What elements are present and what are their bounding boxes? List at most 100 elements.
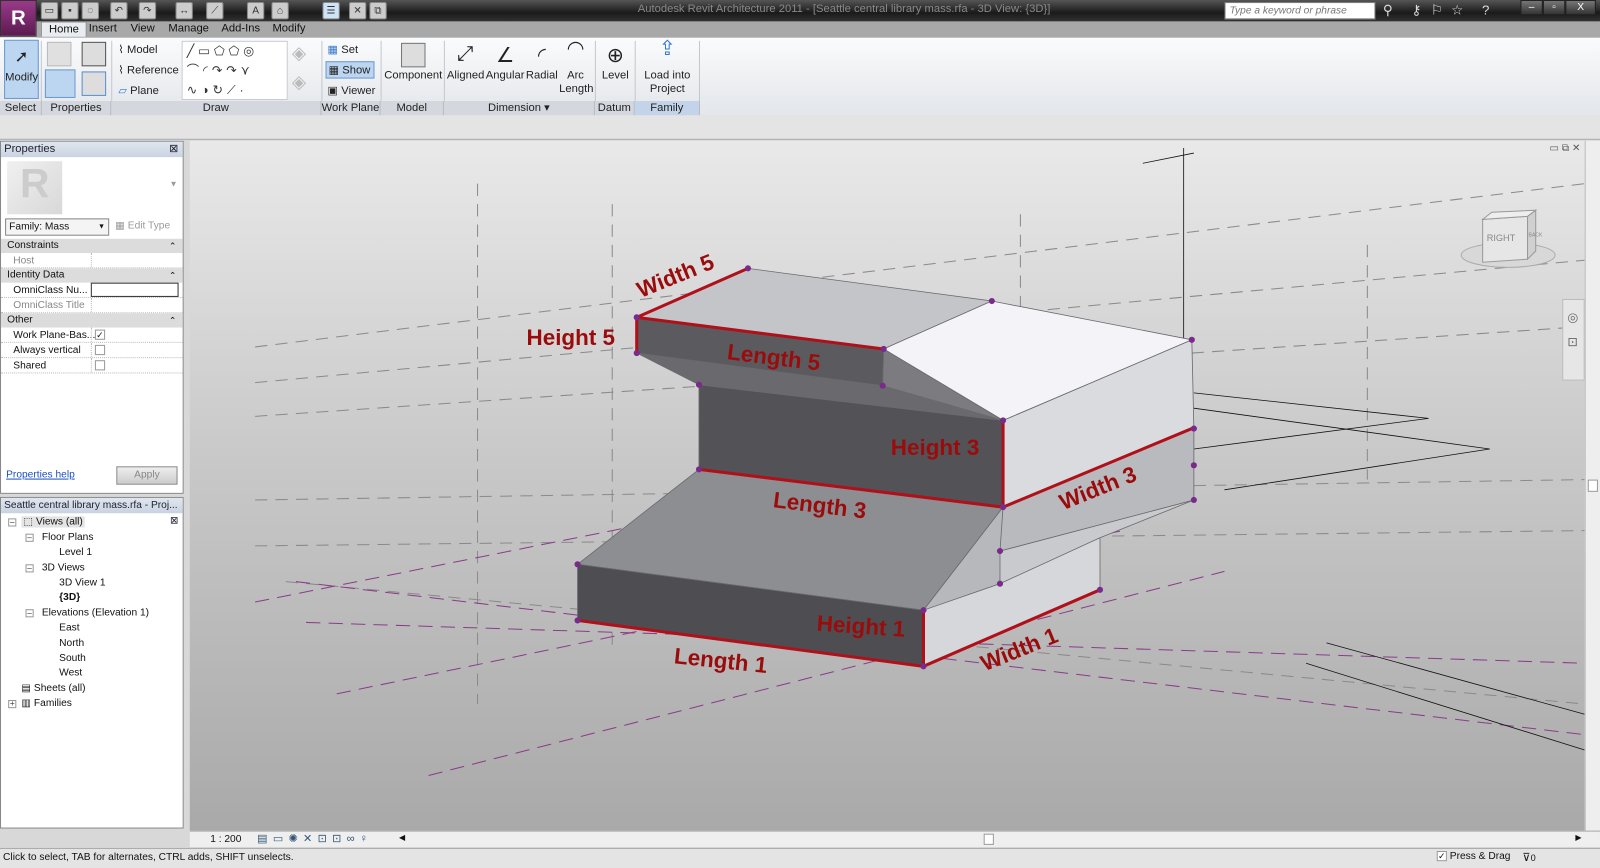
tree-3d-view-1[interactable]: 3D View 1 xyxy=(59,578,105,589)
save-icon[interactable]: ▪ xyxy=(61,2,79,20)
tree-south[interactable]: South xyxy=(59,653,86,664)
family-types-icon[interactable] xyxy=(46,41,72,67)
tab-add-ins[interactable]: Add-Ins xyxy=(214,21,267,36)
close-palette-icon[interactable]: ⊠ xyxy=(169,142,178,157)
thin-lines-icon[interactable]: ☰ xyxy=(322,2,340,20)
close-hidden-icon[interactable]: ✕ xyxy=(348,2,367,20)
press-drag-toggle[interactable]: ✓ Press & Drag xyxy=(1436,851,1510,862)
properties-toggle-icon[interactable] xyxy=(44,69,76,98)
level-button[interactable]: ⊕ Level xyxy=(598,43,633,82)
help-icon[interactable]: ? xyxy=(1478,2,1494,18)
communication-icon[interactable]: ⚐ xyxy=(1429,2,1445,18)
tab-insert[interactable]: Insert xyxy=(82,21,124,36)
tab-home[interactable]: Home xyxy=(40,21,88,37)
vertical-scrollbar[interactable] xyxy=(1584,140,1600,831)
tab-modify[interactable]: Modify xyxy=(265,21,312,36)
press-drag-checkbox[interactable]: ✓ xyxy=(1436,851,1447,862)
minimize-button[interactable]: – xyxy=(1520,0,1543,16)
component-button[interactable]: Component xyxy=(384,42,443,82)
viewcube-back-face[interactable]: BACK xyxy=(1529,233,1543,239)
tab-manage[interactable]: Manage xyxy=(161,21,216,36)
horizontal-scroll-thumb[interactable] xyxy=(983,833,994,845)
omniclass-number-input[interactable] xyxy=(90,282,179,297)
viewcube-right-face[interactable]: RIGHT xyxy=(1487,233,1516,243)
subscription-icon[interactable]: ⚷ xyxy=(1408,2,1424,18)
group-identity-data[interactable]: Identity Data ⌃ xyxy=(1,268,183,283)
tree-families[interactable]: ▥ Families xyxy=(21,698,71,709)
restore-button[interactable]: ▫ xyxy=(1542,0,1566,16)
set-work-plane-button[interactable]: ▦ Set xyxy=(328,43,359,56)
tree-floor-plans[interactable]: Floor Plans xyxy=(42,532,94,543)
search-input[interactable]: Type a keyword or phrase xyxy=(1224,2,1376,20)
viewer-button[interactable]: ▣ Viewer xyxy=(328,84,376,97)
switch-windows-icon[interactable]: ⧉ xyxy=(369,2,387,20)
3d-viewport[interactable]: Width 5 Height 5 Length 5 Height 3 Lengt… xyxy=(189,140,1585,831)
collapse-icon[interactable]: – xyxy=(25,609,34,618)
model-canvas[interactable]: Width 5 Height 5 Length 5 Height 3 Lengt… xyxy=(190,141,1585,831)
panel-dimension[interactable]: Dimension ▾ xyxy=(444,101,595,116)
binoculars-icon[interactable]: ⚲ xyxy=(1380,2,1396,18)
load-into-project-button[interactable]: ⇪ Load into Project xyxy=(639,39,696,96)
tab-view[interactable]: View xyxy=(123,21,161,36)
type-properties-icon[interactable] xyxy=(81,71,107,96)
undo-icon[interactable]: ↶ xyxy=(110,2,128,20)
always-vertical-checkbox[interactable] xyxy=(94,344,106,356)
collapse-icon[interactable]: – xyxy=(25,533,34,542)
redo-icon[interactable]: ↷ xyxy=(138,2,157,20)
model-line-button[interactable]: ⌇ Model xyxy=(118,43,157,56)
scroll-left-icon[interactable]: ◀ xyxy=(399,833,405,842)
view-control-icons[interactable]: ▤▭✺✕⊡⊡∞♀ xyxy=(257,832,373,845)
application-menu-button[interactable]: R xyxy=(0,0,37,37)
tree-west[interactable]: West xyxy=(59,667,82,678)
open-icon[interactable]: ▭ xyxy=(40,2,59,20)
pick-lines-icon[interactable]: ◈ xyxy=(292,71,314,93)
view-window-controls[interactable]: ▭ ⧉ ✕ xyxy=(1549,143,1580,154)
collapse-icon[interactable]: – xyxy=(25,564,34,573)
favorites-star-icon[interactable]: ☆ xyxy=(1449,2,1465,18)
modify-button[interactable]: ➚ Modify xyxy=(4,39,39,99)
shared-checkbox[interactable] xyxy=(94,360,106,371)
work-plane-based-checkbox[interactable]: ✓ xyxy=(94,329,106,340)
3d-view-icon[interactable]: ⌂ xyxy=(271,2,289,20)
panel-select[interactable]: Select xyxy=(0,101,42,116)
dimension-icon[interactable]: ⟋ xyxy=(206,2,224,20)
navigation-bar[interactable]: ◎ ⊡ xyxy=(1562,298,1585,381)
tree-sheets[interactable]: ▤ Sheets (all) xyxy=(21,683,85,694)
apply-button[interactable]: Apply xyxy=(116,466,178,485)
plane-button[interactable]: ▱ Plane xyxy=(118,84,158,97)
filter-icon[interactable]: ⊽0 xyxy=(1522,851,1535,864)
group-constraints[interactable]: Constraints ⌃ xyxy=(1,238,183,254)
viewcube[interactable]: RIGHT BACK xyxy=(1460,209,1556,268)
reference-line-button[interactable]: ⌇ Reference xyxy=(118,63,178,76)
steering-wheel-icon[interactable]: ◎ xyxy=(1567,310,1579,324)
tree-north[interactable]: North xyxy=(59,638,84,649)
chevron-down-icon[interactable]: ▼ xyxy=(169,180,177,189)
edit-type-button[interactable]: ▦ Edit Type xyxy=(115,220,170,231)
family-category-icon[interactable] xyxy=(81,41,107,67)
scroll-right-icon[interactable]: ▶ xyxy=(1575,833,1581,842)
draw-tools-gallery[interactable]: ╱▭⬠⬠◎ ⌒◜↷↷⋎ ∿◑↻⟋· xyxy=(181,40,288,100)
angular-dimension-button[interactable]: ∠ Angular xyxy=(486,43,525,82)
close-button[interactable]: X xyxy=(1565,0,1596,16)
sync-icon[interactable]: ◌ xyxy=(81,2,99,20)
tree-level-1[interactable]: Level 1 xyxy=(59,547,92,558)
group-other[interactable]: Other ⌃ xyxy=(1,313,183,328)
pick-faces-icon[interactable]: ◈ xyxy=(292,43,314,65)
tree-3d-views[interactable]: 3D Views xyxy=(42,562,85,573)
tree-3d-default[interactable]: {3D} xyxy=(59,592,80,603)
radial-dimension-button[interactable]: ◜ Radial xyxy=(526,43,559,82)
aligned-dimension-button[interactable]: ⤢ Aligned xyxy=(447,43,484,82)
tree-east[interactable]: East xyxy=(59,622,79,633)
tree-elevations[interactable]: Elevations (Elevation 1) xyxy=(42,607,149,618)
zoom-icon[interactable]: ⊡ xyxy=(1567,335,1579,349)
view-scale[interactable]: 1 : 200 xyxy=(210,834,241,845)
type-selector[interactable]: Family: Mass ▼ xyxy=(5,218,110,236)
measure-icon[interactable]: ↔ xyxy=(175,2,193,20)
text-icon[interactable]: A xyxy=(246,2,265,20)
properties-help-link[interactable]: Properties help xyxy=(6,469,75,480)
scroll-thumb[interactable] xyxy=(1587,479,1598,492)
collapse-icon[interactable]: – xyxy=(8,518,17,527)
arc-length-button[interactable]: ◠ Arc Length xyxy=(559,39,593,96)
close-palette-icon[interactable]: ⊠ xyxy=(170,513,179,528)
tree-views-all[interactable]: ⬚ Views (all) xyxy=(21,516,85,528)
